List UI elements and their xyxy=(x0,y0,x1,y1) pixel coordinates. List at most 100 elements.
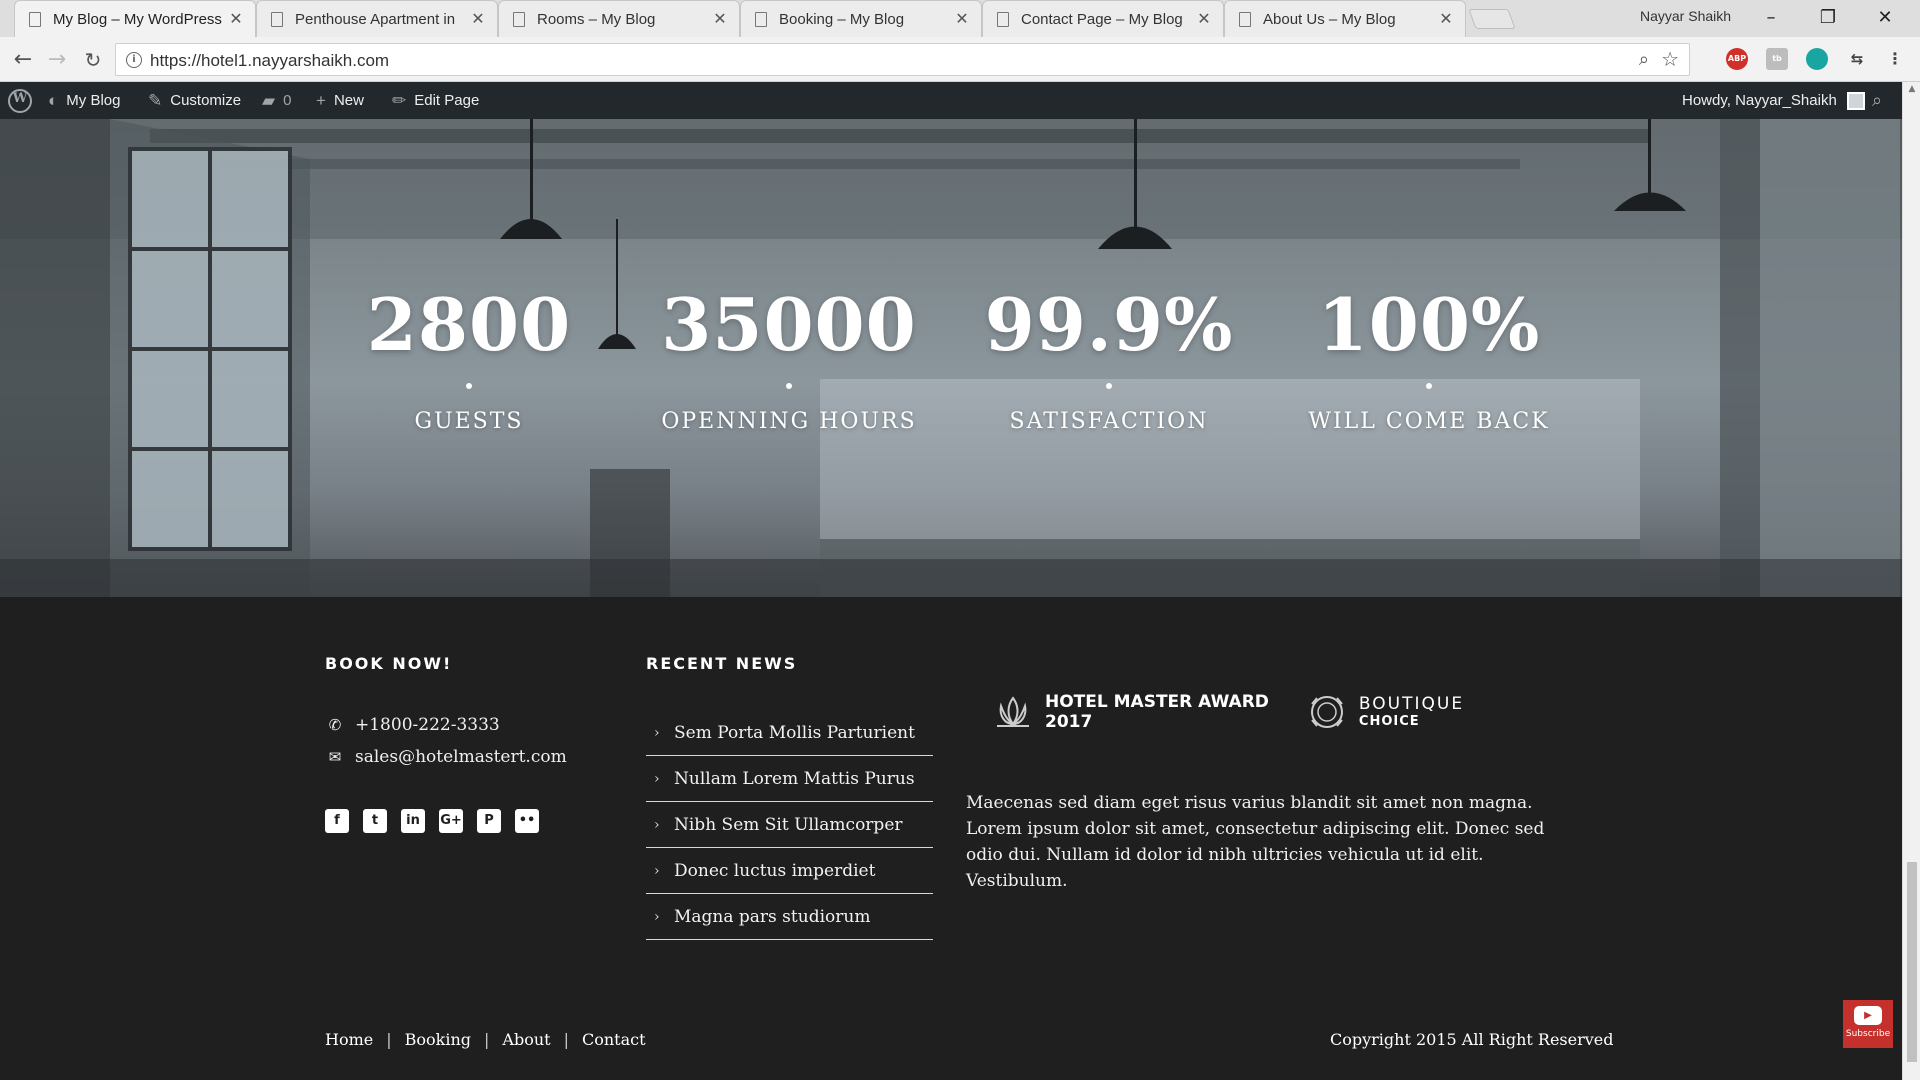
close-tab-icon[interactable]: ✕ xyxy=(227,9,245,29)
stat-label: OPENNING HOURS xyxy=(661,409,917,434)
crest-icon xyxy=(1310,696,1343,729)
browser-tab[interactable]: Booking – My Blog ✕ xyxy=(740,0,982,37)
paintbrush-icon: ✎ xyxy=(148,90,163,110)
chevron-right-icon: › xyxy=(654,816,660,833)
back-icon[interactable]: ← xyxy=(8,45,38,75)
chevron-right-icon: › xyxy=(654,724,660,741)
awards: HOTEL MASTER AWARD 2017 BOUTIQUE CHOICE xyxy=(993,692,1502,733)
stat-dot xyxy=(1106,383,1112,389)
browser-tab[interactable]: Contact Page – My Blog ✕ xyxy=(982,0,1224,37)
tab-title: Penthouse Apartment in xyxy=(295,10,456,28)
profile-name[interactable]: Nayyar Shaikh xyxy=(1640,8,1731,24)
subscribe-button[interactable]: ▶ Subscribe xyxy=(1843,1000,1893,1048)
close-tab-icon[interactable]: ✕ xyxy=(469,9,487,29)
wordpress-logo-icon[interactable]: W xyxy=(8,82,32,119)
news-title: Nibh Sem Sit Ullamcorper xyxy=(674,814,903,835)
bookmark-star-icon[interactable]: ☆ xyxy=(1661,47,1679,71)
edit-page-link[interactable]: ✏ Edit Page xyxy=(392,82,479,119)
url-text[interactable]: https://hotel1.nayyarshaikh.com xyxy=(150,51,389,71)
browser-tab[interactable]: Penthouse Apartment in ✕ xyxy=(256,0,498,37)
stat-number: 100% xyxy=(1317,282,1541,367)
email-row: ✉ sales@hotelmastert.com xyxy=(325,747,567,767)
admin-site-link[interactable]: ◐ My Blog xyxy=(48,82,120,119)
site-footer: BOOK NOW! ✆ +1800-222-3333 ✉ sales@hotel… xyxy=(0,597,1902,1080)
youtube-icon: ▶ xyxy=(1854,1006,1882,1025)
phone-number[interactable]: +1800-222-3333 xyxy=(355,715,500,735)
close-window-icon[interactable]: ✕ xyxy=(1862,4,1908,32)
footer-link-home[interactable]: Home xyxy=(325,1030,373,1049)
adblock-extension-icon[interactable]: ABP xyxy=(1726,48,1748,70)
forward-icon[interactable]: → xyxy=(42,45,72,75)
close-tab-icon[interactable]: ✕ xyxy=(953,9,971,29)
menu-icon[interactable]: ⋮ xyxy=(1884,48,1906,70)
twitter-icon[interactable]: t xyxy=(363,809,387,833)
minimize-icon[interactable]: – xyxy=(1748,4,1794,32)
email-address[interactable]: sales@hotelmastert.com xyxy=(355,747,567,767)
chevron-right-icon: › xyxy=(654,862,660,879)
new-content-link[interactable]: + New xyxy=(316,82,364,119)
customize-link[interactable]: ✎ Customize xyxy=(148,82,241,119)
comments-link[interactable]: ▰ 0 xyxy=(262,82,291,119)
news-link[interactable]: › Donec luctus imperdiet xyxy=(646,848,933,894)
pencil-icon: ✏ xyxy=(392,90,407,110)
stat-dot xyxy=(466,383,472,389)
news-link[interactable]: › Nullam Lorem Mattis Purus xyxy=(646,756,933,802)
tb-extension-icon[interactable]: tb xyxy=(1766,48,1788,70)
browser-tab[interactable]: About Us – My Blog ✕ xyxy=(1224,0,1466,37)
search-icon[interactable]: ⌕ xyxy=(1872,82,1882,119)
close-tab-icon[interactable]: ✕ xyxy=(1437,9,1455,29)
new-tab-button[interactable] xyxy=(1468,9,1516,29)
close-tab-icon[interactable]: ✕ xyxy=(711,9,729,29)
browser-tab[interactable]: Rooms – My Blog ✕ xyxy=(498,0,740,37)
pinterest-icon[interactable]: P xyxy=(477,809,501,833)
award-title: BOUTIQUE xyxy=(1358,693,1465,714)
page-scrollbar[interactable]: ▲ xyxy=(1902,82,1920,1080)
separator: | xyxy=(386,1030,392,1049)
scroll-thumb[interactable] xyxy=(1907,862,1917,1062)
page-viewport: 2800 GUESTS 35000 OPENNING HOURS 99.9% S… xyxy=(0,119,1902,1080)
zoom-icon[interactable]: ⌕ xyxy=(1639,49,1649,70)
footer-link-booking[interactable]: Booking xyxy=(405,1030,471,1049)
circle-extension-icon[interactable] xyxy=(1806,48,1828,70)
news-title: Nullam Lorem Mattis Purus xyxy=(674,768,915,789)
stat-dot xyxy=(786,383,792,389)
browser-tab-strip: My Blog – My WordPress ✕ Penthouse Apart… xyxy=(0,0,1920,37)
reload-icon[interactable]: ↻ xyxy=(78,45,108,75)
about-text: Maecenas sed diam eget risus varius blan… xyxy=(966,793,1545,891)
site-name: My Blog xyxy=(66,92,121,109)
news-title: Donec luctus imperdiet xyxy=(674,860,876,881)
customize-label: Customize xyxy=(170,92,242,109)
linkedin-icon[interactable]: in xyxy=(401,809,425,833)
news-link[interactable]: › Sem Porta Mollis Parturient xyxy=(646,710,933,756)
cast-extension-icon[interactable]: ⇆ xyxy=(1846,48,1868,70)
news-title: Magna pars studiorum xyxy=(674,906,871,927)
hotel-master-award: HOTEL MASTER AWARD 2017 xyxy=(993,692,1269,733)
google-plus-icon[interactable]: G+ xyxy=(439,809,463,833)
stat-number: 99.9% xyxy=(984,282,1234,367)
address-bar[interactable]: i https://hotel1.nayyarshaikh.com ⌕ ☆ xyxy=(115,43,1690,76)
close-tab-icon[interactable]: ✕ xyxy=(1195,9,1213,29)
footer-link-contact[interactable]: Contact xyxy=(582,1030,646,1049)
footer-link-about[interactable]: About xyxy=(502,1030,550,1049)
plus-icon: + xyxy=(316,90,326,110)
boutique-choice-award: BOUTIQUE CHOICE xyxy=(1307,692,1464,732)
restore-icon[interactable]: ❐ xyxy=(1805,4,1851,32)
stat-guests: 2800 GUESTS xyxy=(309,289,629,435)
envelope-icon: ✉ xyxy=(328,748,342,766)
account-menu[interactable]: Howdy, Nayyar_Shaikh xyxy=(1682,82,1865,119)
browser-tab[interactable]: My Blog – My WordPress ✕ xyxy=(14,0,256,37)
news-link[interactable]: › Magna pars studiorum xyxy=(646,894,933,940)
scroll-up-icon[interactable]: ▲ xyxy=(1903,84,1920,94)
phone-row: ✆ +1800-222-3333 xyxy=(325,715,500,735)
site-info-icon[interactable]: i xyxy=(126,52,142,68)
dashboard-icon: ◐ xyxy=(48,90,59,110)
award-title: HOTEL MASTER AWARD xyxy=(1045,692,1269,712)
facebook-icon[interactable]: f xyxy=(325,809,349,833)
news-link[interactable]: › Nibh Sem Sit Ullamcorper xyxy=(646,802,933,848)
comment-icon: ▰ xyxy=(262,90,276,110)
stat-number: 35000 xyxy=(661,282,917,367)
new-label: New xyxy=(333,92,364,109)
stat-opening-hours: 35000 OPENNING HOURS xyxy=(629,282,949,435)
separator: | xyxy=(563,1030,569,1049)
flickr-icon[interactable]: •• xyxy=(515,809,539,833)
